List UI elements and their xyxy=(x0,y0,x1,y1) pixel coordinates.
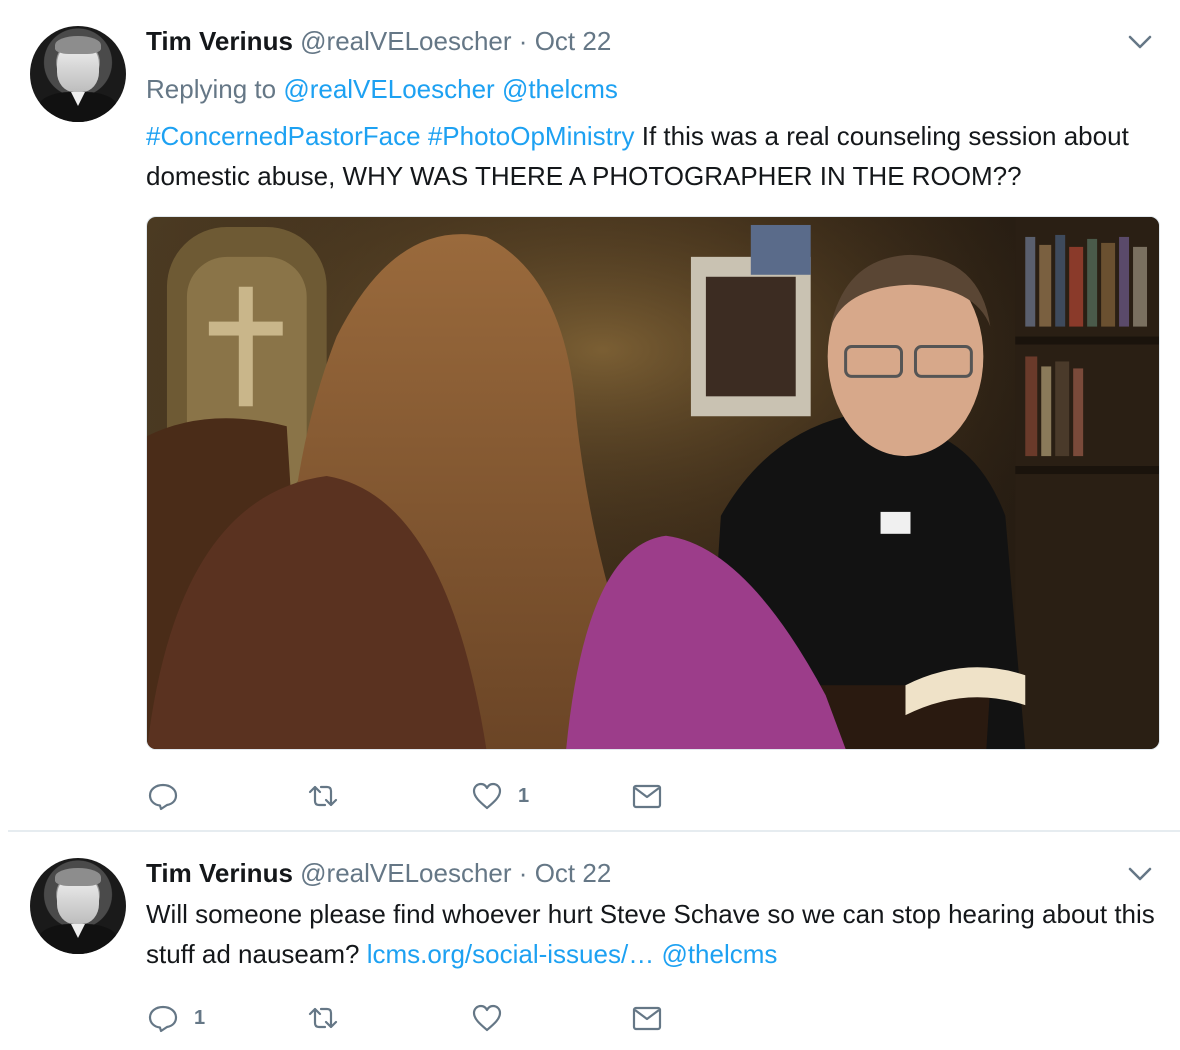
reply-button[interactable]: 1 xyxy=(146,998,205,1038)
tweet-actions: 1 xyxy=(146,776,686,816)
tweet-text: Will someone please find whoever hurt St… xyxy=(146,894,1166,974)
like-button[interactable]: 1 xyxy=(470,776,529,816)
retweet-button[interactable] xyxy=(306,998,354,1038)
like-count: 1 xyxy=(518,784,530,807)
tweet[interactable]: Tim Verinus @realVELoescher · Oct 22 Rep… xyxy=(0,0,1180,830)
retweet-icon xyxy=(308,1007,338,1029)
replying-label: Replying to xyxy=(146,74,277,104)
tweet-date[interactable]: Oct 22 xyxy=(535,26,612,56)
separator: · xyxy=(518,858,528,888)
heart-icon xyxy=(472,782,502,810)
dm-button[interactable] xyxy=(630,776,664,816)
reply-count: 1 xyxy=(194,1006,206,1029)
author-handle[interactable]: @realVELoescher xyxy=(300,26,511,56)
envelope-icon xyxy=(632,1006,662,1031)
reply-icon xyxy=(148,1005,178,1033)
tweet-header: Tim Verinus @realVELoescher · Oct 22 xyxy=(146,858,611,888)
separator: · xyxy=(518,26,528,56)
author-handle[interactable]: @realVELoescher xyxy=(300,858,511,888)
tweet-date[interactable]: Oct 22 xyxy=(535,858,612,888)
reply-icon xyxy=(148,783,178,811)
author-name[interactable]: Tim Verinus xyxy=(146,858,293,888)
heart-icon xyxy=(472,1004,502,1032)
reply-mention[interactable]: @thelcms xyxy=(502,74,618,104)
author-name[interactable]: Tim Verinus xyxy=(146,26,293,56)
tweet[interactable]: Tim Verinus @realVELoescher · Oct 22 Wil… xyxy=(0,832,1180,1050)
hashtag[interactable]: #ConcernedPastorFace xyxy=(146,121,421,151)
hashtag[interactable]: #PhotoOpMinistry xyxy=(428,121,635,151)
reply-mention[interactable]: @realVELoescher xyxy=(283,74,494,104)
tweet-header: Tim Verinus @realVELoescher · Oct 22 xyxy=(146,26,611,56)
tweet-photo[interactable] xyxy=(146,216,1160,750)
photo-image xyxy=(147,217,1159,749)
envelope-icon xyxy=(632,784,662,809)
tweet-link[interactable]: lcms.org/social-issues/… xyxy=(367,939,655,969)
dm-button[interactable] xyxy=(630,998,664,1038)
replying-to: Replying to @realVELoescher @thelcms xyxy=(146,74,618,104)
like-button[interactable] xyxy=(470,998,518,1038)
tweet-text: #ConcernedPastorFace #PhotoOpMinistry If… xyxy=(146,116,1166,196)
retweet-button[interactable] xyxy=(306,776,354,816)
retweet-icon xyxy=(308,785,338,807)
tweet-actions: 1 xyxy=(146,998,686,1038)
avatar[interactable] xyxy=(30,26,126,122)
chevron-down-icon[interactable] xyxy=(1124,26,1156,58)
chevron-down-icon[interactable] xyxy=(1124,858,1156,890)
mention[interactable]: @thelcms xyxy=(661,939,777,969)
avatar[interactable] xyxy=(30,858,126,954)
reply-button[interactable] xyxy=(146,776,194,816)
